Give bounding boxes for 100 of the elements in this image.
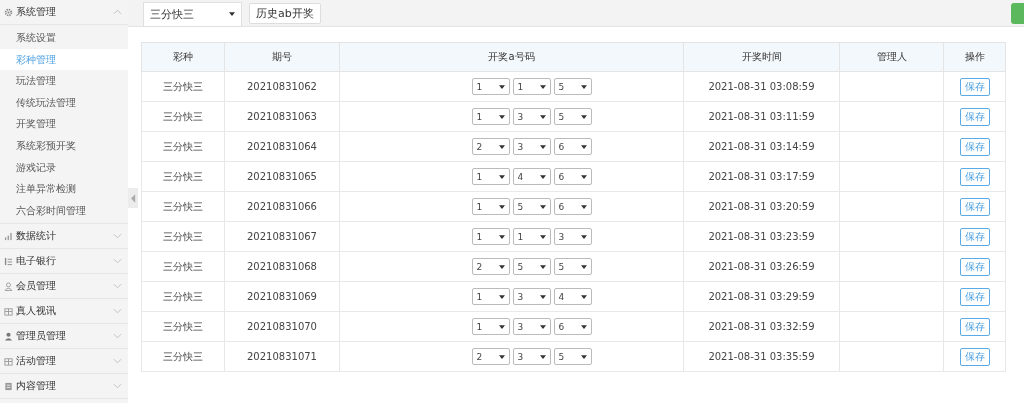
menu-item[interactable]: 系统设置 [0,27,128,49]
caret-icon [498,354,505,359]
caret-icon [498,174,505,179]
number-select[interactable]: 5 [512,258,551,275]
number-select[interactable]: 1 [471,228,510,245]
table-cell: 三分快三 [141,71,225,102]
caret-icon [539,144,546,149]
caret-icon [580,174,587,179]
number-select[interactable]: 3 [512,138,551,155]
caret-icon [580,144,587,149]
number-select[interactable]: 4 [553,288,592,305]
number-select[interactable]: 1 [471,78,510,95]
menu-group-label: 电子银行 [16,254,57,269]
table-cell: 20210831071 [224,341,340,372]
menu-item[interactable]: 系统彩预开奖 [0,134,128,157]
caret-icon [539,234,546,239]
number-select[interactable]: 3 [512,108,551,125]
column-header: 开奖a号码 [339,42,684,72]
caret-icon [580,324,587,329]
column-header: 期号 [224,42,340,72]
number-select[interactable]: 1 [512,228,551,245]
user-icon [4,281,13,291]
table-cell: 三分快三 [141,191,225,222]
menu-group-label: 系统管理 [16,5,57,19]
caret-icon [229,12,235,16]
table-cell: 2021-08-31 03:26:59 [683,251,840,282]
number-select[interactable]: 3 [512,348,551,365]
table-cell: 20210831070 [224,311,340,342]
table-cell: 20210831067 [224,221,340,252]
list-icon [4,256,13,266]
menu-item[interactable]: 玩法管理 [0,70,128,92]
number-select[interactable]: 6 [553,198,592,215]
table-cell: 20210831066 [224,191,340,222]
menu-item[interactable]: 开奖管理 [0,113,128,135]
table-cell: 三分快三 [141,131,225,162]
menu-item[interactable]: 游戏记录 [0,156,128,179]
caret-icon [580,114,587,119]
caret-icon [580,84,587,89]
number-select[interactable]: 3 [512,288,551,305]
table-cell: 三分快三 [141,341,225,372]
number-select[interactable]: 1 [471,318,510,335]
history-button[interactable]: 历史ab开奖 [249,2,321,24]
caret-icon [580,204,587,209]
menu-group-label: 数据统计 [16,229,57,244]
number-select[interactable]: 6 [553,138,592,155]
gear-icon [4,7,13,17]
caret-icon [498,324,505,329]
lottery-select[interactable]: 三分快三 [143,1,242,27]
document-icon [4,381,13,391]
table-cell: 2021-08-31 03:17:59 [683,161,840,192]
number-select[interactable]: 5 [553,78,592,95]
calendar-icon [4,356,13,366]
number-select[interactable]: 6 [553,168,592,185]
table-cell: 2021-08-31 03:23:59 [683,221,840,252]
bar-chart-icon [4,231,13,241]
caret-icon [539,204,546,209]
table-cell: 三分快三 [141,221,225,252]
caret-icon [498,294,505,299]
number-select[interactable]: 1 [471,198,510,215]
number-select[interactable]: 1 [471,168,510,185]
action-button[interactable] [1011,2,1024,24]
number-select[interactable]: 5 [553,108,592,125]
menu-group-label: 内容管理 [16,379,57,394]
caret-icon [539,84,546,89]
table-cell: 20210831064 [224,131,340,162]
calendar-icon [4,306,13,316]
number-select[interactable]: 3 [553,228,592,245]
number-select[interactable]: 2 [471,348,510,365]
menu-item[interactable]: 传统玩法管理 [0,91,128,114]
caret-icon [580,294,587,299]
table-cell: 2021-08-31 03:32:59 [683,311,840,342]
caret-icon [498,264,505,269]
number-select[interactable]: 1 [471,288,510,305]
number-select[interactable]: 5 [553,258,592,275]
table-cell: 20210831069 [224,281,340,312]
table-cell: 20210831068 [224,251,340,282]
menu-group-label: 会员管理 [16,279,57,294]
number-select[interactable]: 2 [471,258,510,275]
table-cell: 2021-08-31 03:14:59 [683,131,840,162]
number-select[interactable]: 1 [471,108,510,125]
caret-icon [498,144,505,149]
number-select[interactable]: 5 [553,348,592,365]
caret-icon [539,354,546,359]
number-select[interactable]: 5 [512,198,551,215]
table-cell: 2021-08-31 03:08:59 [683,71,840,102]
number-select[interactable]: 4 [512,168,551,185]
collapse-handle[interactable] [128,188,138,208]
caret-icon [539,114,546,119]
number-select[interactable]: 2 [471,138,510,155]
column-header: 开奖时间 [683,42,840,72]
menu-item[interactable]: 六合彩时间管理 [0,199,128,222]
table-cell: 2021-08-31 03:11:59 [683,101,840,132]
number-select[interactable]: 1 [512,78,551,95]
menu-item[interactable]: 注单异常检测 [0,178,128,200]
number-select[interactable]: 3 [512,318,551,335]
menu-group-label: 活动管理 [16,354,57,369]
caret-icon [580,234,587,239]
number-select[interactable]: 6 [553,318,592,335]
menu-group-label: 管理员管理 [16,329,67,344]
table-cell: 2021-08-31 03:35:59 [683,341,840,372]
